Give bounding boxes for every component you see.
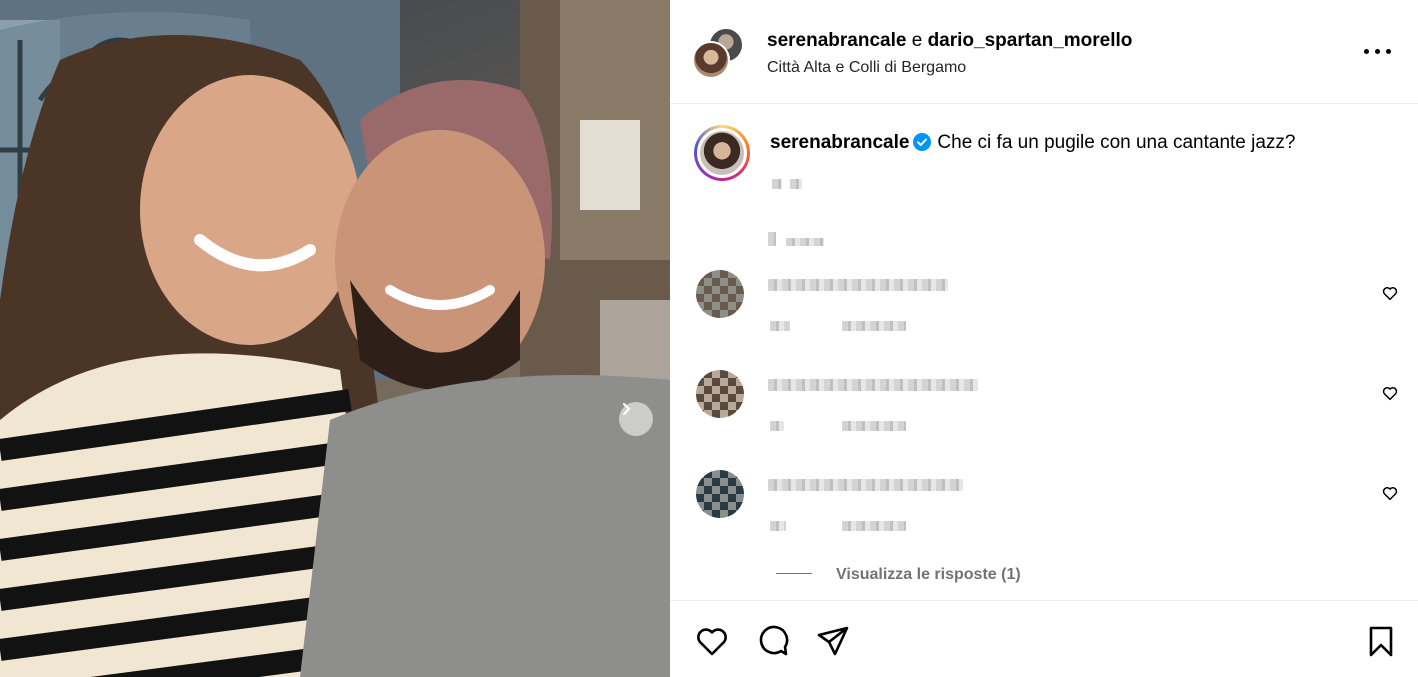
heart-outline-icon[interactable] xyxy=(1381,384,1399,402)
view-replies-label: Visualizza le risposte (1) xyxy=(836,566,1021,583)
avatar[interactable] xyxy=(696,470,744,518)
avatar[interactable] xyxy=(696,270,744,318)
author-secondary-link[interactable]: dario_spartan_morello xyxy=(928,30,1133,51)
caption-timestamp-redacted xyxy=(772,176,803,194)
author-conjunction: e xyxy=(911,30,923,51)
comment-meta-redacted xyxy=(770,318,907,331)
comment-meta-redacted xyxy=(770,518,907,531)
post-caption: serenabrancale Che ci fa un pugile con un… xyxy=(770,132,1296,157)
more-options-button[interactable] xyxy=(1364,44,1392,60)
carousel-next-button[interactable] xyxy=(619,402,653,436)
post-details-panel: serenabrancale e dario_spartan_morello C… xyxy=(670,0,1418,677)
comment-item xyxy=(670,270,1418,350)
post-photo[interactable] xyxy=(0,0,670,677)
heart-icon[interactable] xyxy=(694,623,730,659)
avatar xyxy=(697,128,747,178)
comment-content-redacted xyxy=(768,478,963,491)
avatar xyxy=(692,41,730,79)
comment-item xyxy=(670,470,1418,550)
view-replies-button[interactable]: Visualizza le risposte (1) xyxy=(776,566,1021,584)
send-icon[interactable] xyxy=(815,623,851,659)
more-horizontal-icon xyxy=(1375,49,1380,54)
comment-meta-redacted xyxy=(770,418,907,431)
comment-content-redacted xyxy=(768,378,978,391)
post-header: serenabrancale e dario_spartan_morello C… xyxy=(670,0,1418,104)
caption-text: Che ci fa un pugile con una cantante jaz… xyxy=(937,132,1296,153)
comment-icon[interactable] xyxy=(755,623,791,659)
bookmark-icon[interactable] xyxy=(1363,623,1399,659)
location-link[interactable]: Città Alta e Colli di Bergamo xyxy=(767,59,966,77)
heart-outline-icon[interactable] xyxy=(1381,484,1399,502)
caption-username[interactable]: serenabrancale xyxy=(770,132,909,153)
photo-illustration xyxy=(0,0,670,677)
divider xyxy=(776,573,812,574)
collab-usernames: serenabrancale e dario_spartan_morello xyxy=(767,30,1132,52)
author-primary-link[interactable]: serenabrancale xyxy=(767,30,906,51)
avatar[interactable] xyxy=(696,370,744,418)
more-horizontal-icon xyxy=(1364,49,1369,54)
caption-avatar[interactable] xyxy=(694,125,750,181)
post-action-bar xyxy=(670,600,1418,677)
collab-avatars[interactable] xyxy=(692,27,746,79)
caption-meta-redacted xyxy=(768,232,825,251)
verified-badge-icon xyxy=(913,133,932,157)
comment-item xyxy=(670,370,1418,450)
comment-content-redacted xyxy=(768,278,948,291)
more-horizontal-icon xyxy=(1386,49,1391,54)
heart-outline-icon[interactable] xyxy=(1381,284,1399,302)
chevron-right-icon xyxy=(622,402,631,416)
